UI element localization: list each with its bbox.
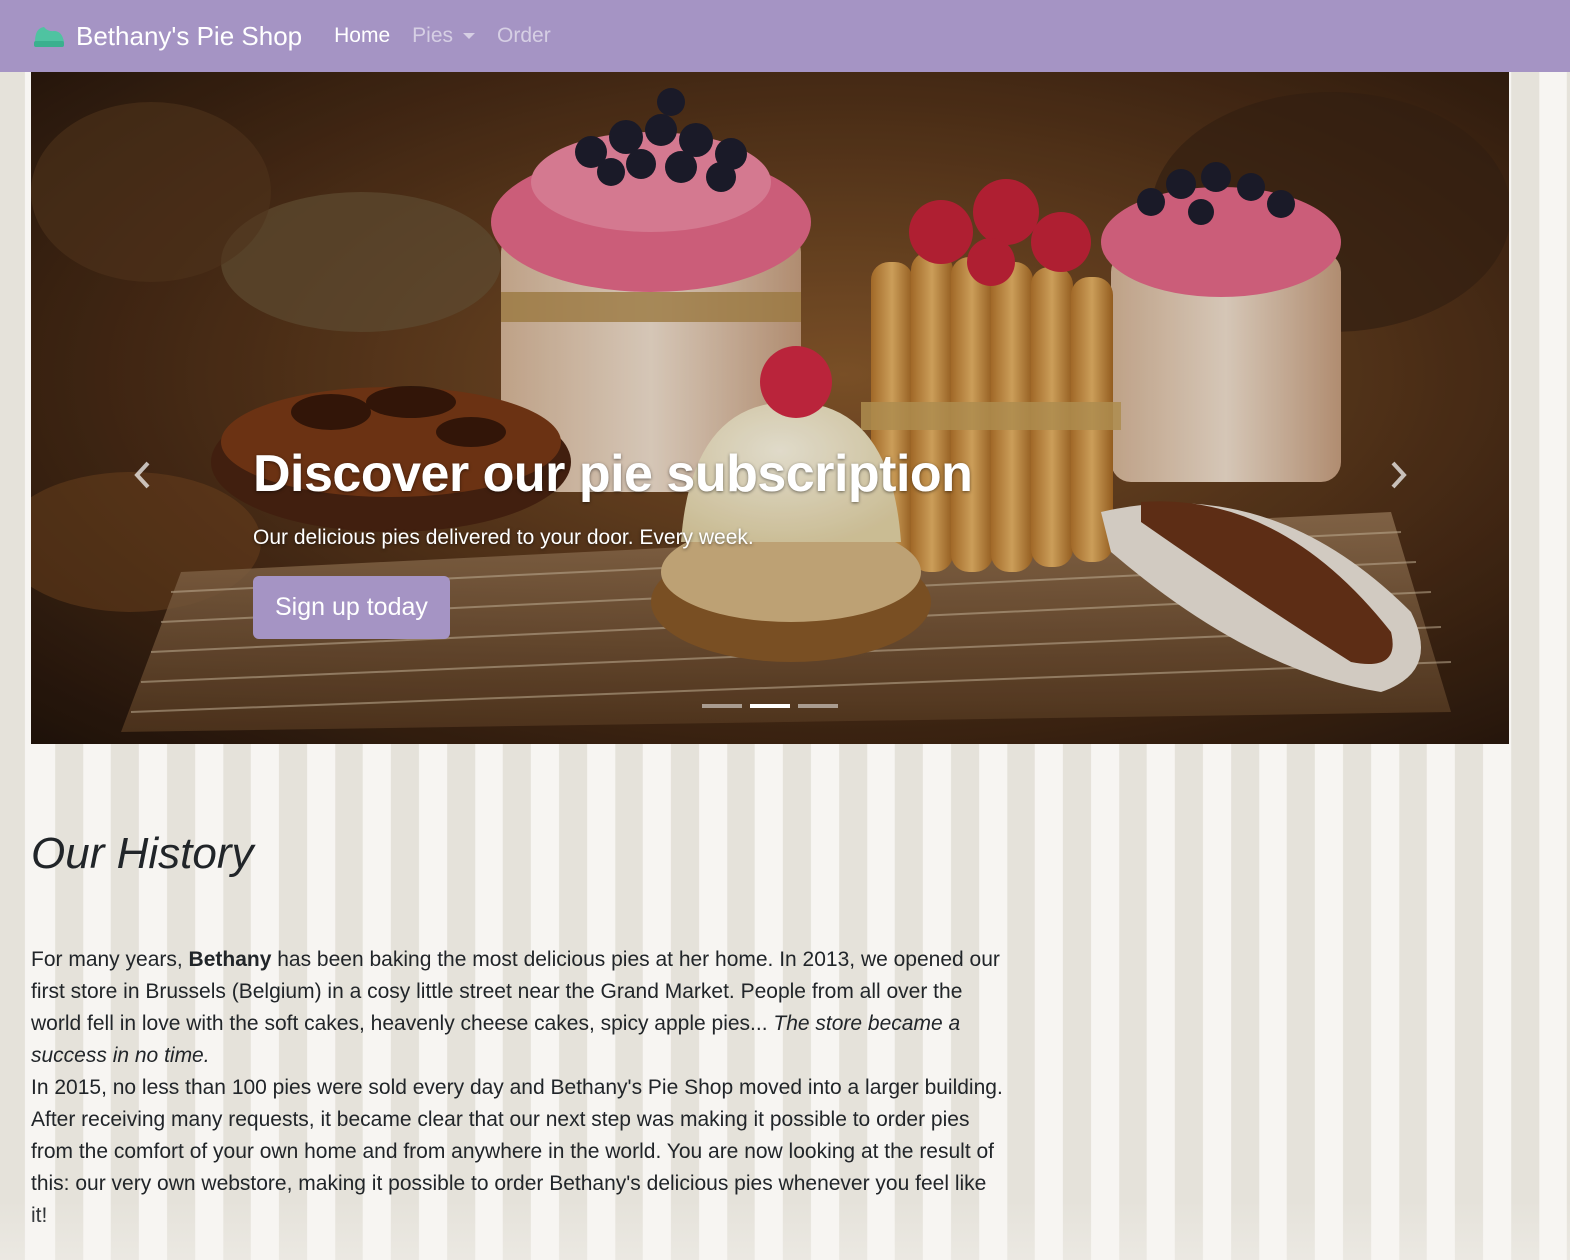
pie-icon [32, 22, 66, 50]
nav-pies-label: Pies [412, 24, 454, 47]
hero-image [31, 72, 1509, 744]
history-section: Our History For many years, Bethany has … [31, 826, 1003, 1232]
chevron-right-icon [1391, 461, 1407, 489]
history-text: For many years, Bethany has been baking … [31, 944, 1003, 1232]
brand-name: Bethany's Pie Shop [76, 20, 303, 51]
carousel-prev-button[interactable] [123, 457, 163, 493]
nav-links: Home Pies Order [334, 24, 573, 48]
carousel-indicators [702, 704, 846, 708]
nav-order[interactable]: Order [497, 24, 551, 48]
caret-down-icon [463, 33, 476, 39]
bottom-fade [0, 1200, 1570, 1260]
carousel-indicator-1[interactable] [702, 704, 742, 708]
carousel-indicator-2[interactable] [750, 704, 790, 708]
history-bethany-bold: Bethany [188, 948, 272, 971]
carousel-title: Discover our pie subscription [253, 445, 973, 503]
sign-up-button[interactable]: Sign up today [253, 576, 450, 639]
history-p1-start: For many years, [31, 948, 189, 971]
brand-link[interactable]: Bethany's Pie Shop [32, 21, 302, 52]
top-navbar: Bethany's Pie Shop Home Pies Order [0, 0, 1570, 72]
carousel-caption: Discover our pie subscription Our delici… [253, 444, 973, 639]
nav-home[interactable]: Home [334, 24, 390, 48]
history-heading: Our History [31, 829, 254, 878]
carousel-next-button[interactable] [1378, 457, 1418, 493]
carousel-subtitle: Our delicious pies delivered to your doo… [253, 526, 754, 549]
hero-carousel: Discover our pie subscription Our delici… [31, 72, 1509, 744]
nav-pies-dropdown[interactable]: Pies [412, 24, 476, 48]
carousel-indicator-3[interactable] [798, 704, 838, 708]
chevron-left-icon [134, 461, 150, 489]
